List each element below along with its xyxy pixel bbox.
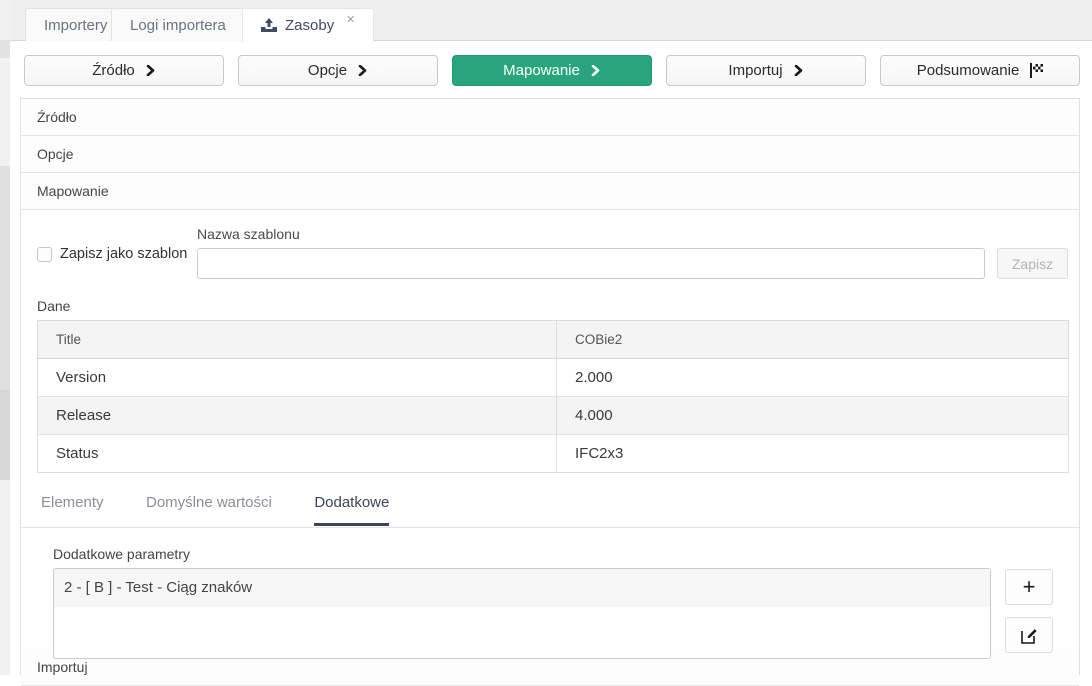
template-name-input[interactable] <box>197 248 985 279</box>
step-label: Importuj <box>728 62 782 79</box>
table-cell-label: Status <box>38 435 557 473</box>
step-label: Źródło <box>92 62 135 79</box>
save-as-template-checkbox[interactable] <box>37 247 52 262</box>
table-row: Title COBie2 <box>38 321 1069 359</box>
mapping-subtab-bar: Elementy Domyślne wartości Dodatkowe <box>21 486 1079 528</box>
data-section-label: Dane <box>37 298 70 314</box>
table-cell-label: Version <box>38 359 557 397</box>
save-template-button[interactable]: Zapisz <box>997 248 1068 279</box>
list-item[interactable]: 2 - [ B ] - Test - Ciąg znaków <box>54 569 990 607</box>
step-label: Podsumowanie <box>917 62 1020 79</box>
wizard-step-mapowanie[interactable]: Mapowanie <box>452 55 652 86</box>
import-wizard-panel: Źródło Opcje Mapowanie Nazwa szablonu Za… <box>20 98 1080 675</box>
tab-label: Importery <box>44 17 107 34</box>
template-name-label: Nazwa szablonu <box>197 226 300 242</box>
subtab-dodatkowe[interactable]: Dodatkowe <box>314 494 389 526</box>
table-cell-value: 2.000 <box>557 359 1069 397</box>
edit-pencil-icon <box>1021 627 1038 644</box>
save-as-template-row: Zapisz jako szablon <box>37 246 187 262</box>
left-scrollbar[interactable] <box>0 0 10 675</box>
table-cell-value: 4.000 <box>557 397 1069 435</box>
tab-bar: Importery Logi importera Zasoby × <box>10 0 1092 41</box>
table-cell-value: IFC2x3 <box>557 435 1069 473</box>
wizard-step-podsumowanie[interactable]: Podsumowanie <box>880 55 1080 86</box>
accordion-section-zrodlo[interactable]: Źródło <box>21 99 1079 136</box>
data-table: Title COBie2 Version 2.000 Release 4.000… <box>37 320 1069 473</box>
checkered-flag-icon <box>1029 63 1043 78</box>
tab-logi-importera[interactable]: Logi importera <box>111 8 245 41</box>
table-cell-label: Release <box>38 397 557 435</box>
step-label: Mapowanie <box>503 62 580 79</box>
mapowanie-section-body: Nazwa szablonu Zapisz jako szablon Zapis… <box>21 210 1079 649</box>
tab-zasoby[interactable]: Zasoby × <box>242 8 374 42</box>
wizard-step-opcje[interactable]: Opcje <box>238 55 438 86</box>
chevron-right-icon <box>357 65 368 76</box>
close-icon[interactable]: × <box>346 11 355 28</box>
plus-icon: + <box>1023 574 1036 600</box>
extra-params-label: Dodatkowe parametry <box>53 546 190 562</box>
add-parameter-button[interactable]: + <box>1005 569 1053 605</box>
subtab-elementy[interactable]: Elementy <box>41 494 104 523</box>
table-cell-label: Title <box>38 321 557 359</box>
accordion-section-opcje[interactable]: Opcje <box>21 136 1079 173</box>
tab-label: Logi importera <box>130 17 226 34</box>
accordion-section-mapowanie[interactable]: Mapowanie <box>21 173 1079 210</box>
extra-params-listbox[interactable]: 2 - [ B ] - Test - Ciąg znaków <box>53 568 991 659</box>
scrollbar-segment[interactable] <box>0 390 10 480</box>
table-row[interactable]: Version 2.000 <box>38 359 1069 397</box>
scrollbar-segment[interactable] <box>0 166 10 390</box>
save-as-template-label: Zapisz jako szablon <box>60 246 187 262</box>
table-row[interactable]: Release 4.000 <box>38 397 1069 435</box>
table-cell-value: COBie2 <box>557 321 1069 359</box>
wizard-steps: Źródło Opcje Mapowanie Importuj Podsumow… <box>24 55 1080 86</box>
wizard-step-importuj[interactable]: Importuj <box>666 55 866 86</box>
tab-label: Zasoby <box>285 17 334 34</box>
table-row[interactable]: Status IFC2x3 <box>38 435 1069 473</box>
chevron-right-icon <box>590 65 601 76</box>
edit-parameter-button[interactable] <box>1005 617 1053 653</box>
chevron-right-icon <box>793 65 804 76</box>
scrollbar-segment[interactable] <box>0 40 10 58</box>
chevron-right-icon <box>145 65 156 76</box>
step-label: Opcje <box>308 62 347 79</box>
subtab-domyslne-wartosci[interactable]: Domyślne wartości <box>146 494 272 523</box>
upload-icon <box>261 18 277 33</box>
wizard-step-zrodlo[interactable]: Źródło <box>24 55 224 86</box>
